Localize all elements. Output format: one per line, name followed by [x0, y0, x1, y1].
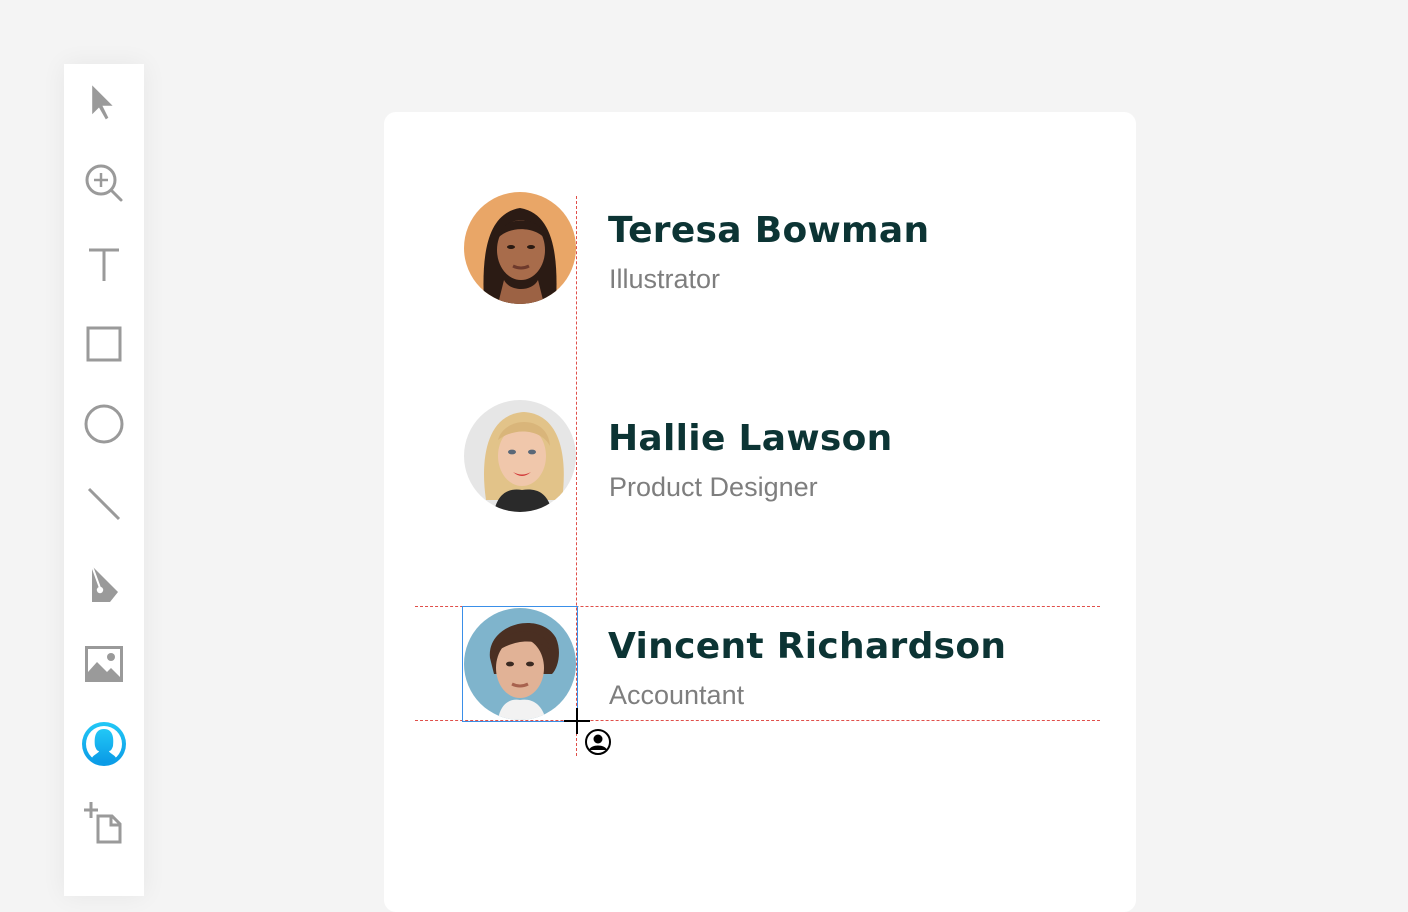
rectangle-icon: [86, 326, 122, 362]
line-tool[interactable]: [80, 480, 128, 528]
image-icon: [85, 646, 123, 682]
artboard-tool[interactable]: [80, 800, 128, 848]
tools-panel: [64, 64, 144, 896]
person-role: Illustrator: [609, 264, 721, 294]
text-tool[interactable]: [80, 240, 128, 288]
person-role: Accountant: [609, 680, 745, 710]
image-tool[interactable]: [80, 640, 128, 688]
crosshair-cursor: [562, 706, 618, 767]
person-name: Vincent Richardson: [608, 626, 1007, 667]
zoom-tool[interactable]: [80, 160, 128, 208]
avatar-icon: [82, 722, 126, 766]
person-name: Teresa Bowman: [608, 210, 930, 251]
pen-tool[interactable]: [80, 560, 128, 608]
ellipse-icon: [84, 404, 124, 444]
rectangle-tool[interactable]: [80, 320, 128, 368]
ellipse-tool[interactable]: [80, 400, 128, 448]
pointer-icon: [92, 85, 113, 120]
zoom-icon: [85, 164, 123, 202]
avatar-tool[interactable]: [80, 720, 128, 768]
avatar-teresa[interactable]: [464, 192, 576, 304]
avatar-hallie[interactable]: [464, 400, 576, 512]
pen-icon: [91, 565, 118, 602]
person-role: Product Designer: [609, 472, 818, 502]
artboard-icon: [84, 802, 122, 844]
person-name: Hallie Lawson: [608, 418, 893, 459]
line-icon: [87, 487, 121, 521]
selection-box: [462, 606, 578, 722]
text-icon: [89, 248, 119, 281]
pointer-tool[interactable]: [80, 80, 128, 128]
